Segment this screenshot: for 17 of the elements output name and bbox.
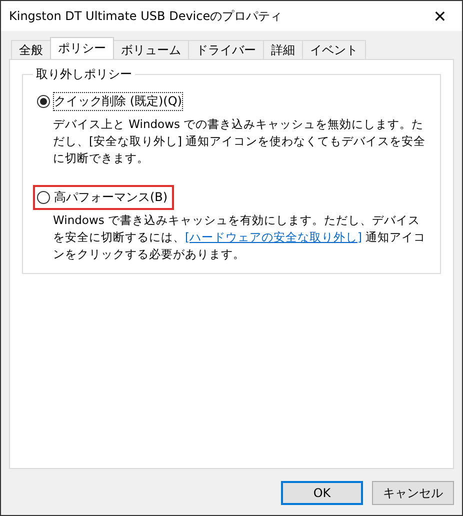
radio-icon[interactable]	[37, 95, 50, 108]
tab[interactable]: 詳細	[263, 40, 303, 59]
option-description: デバイス上と Windows での書き込みキャッシュを無効にします。ただし、[安全な取り外し] 通知アイコンを使わなくてもデバイスを安全に切断できます。	[53, 116, 427, 167]
tab[interactable]: イベント	[302, 40, 366, 59]
group-title: 取り外しポリシー	[35, 66, 133, 83]
tab[interactable]: ドライバー	[188, 40, 264, 59]
radio-icon[interactable]	[37, 191, 50, 204]
tab[interactable]: 全般	[11, 40, 51, 59]
option-description: Windows で書き込みキャッシュを有効にします。ただし、デバイスを安全に切断するには、[ハードウェアの安全な取り外し] 通知アイコンをクリックする必要があります。	[53, 212, 427, 263]
radio-option[interactable]: クイック削除 (既定)(Q)	[33, 89, 188, 114]
safely-remove-link[interactable]: [ハードウェアの安全な取り外し]	[185, 230, 362, 244]
tab[interactable]: ボリューム	[113, 40, 189, 59]
dialog-button[interactable]: キャンセル	[372, 481, 454, 505]
radio-option[interactable]: 高パフォーマンス(B)	[33, 185, 174, 210]
tab[interactable]: ポリシー	[50, 37, 114, 59]
dialog-button[interactable]: OK	[281, 481, 363, 505]
window-title: Kingston DT Ultimate USB Deviceのプロパティ	[9, 8, 282, 24]
